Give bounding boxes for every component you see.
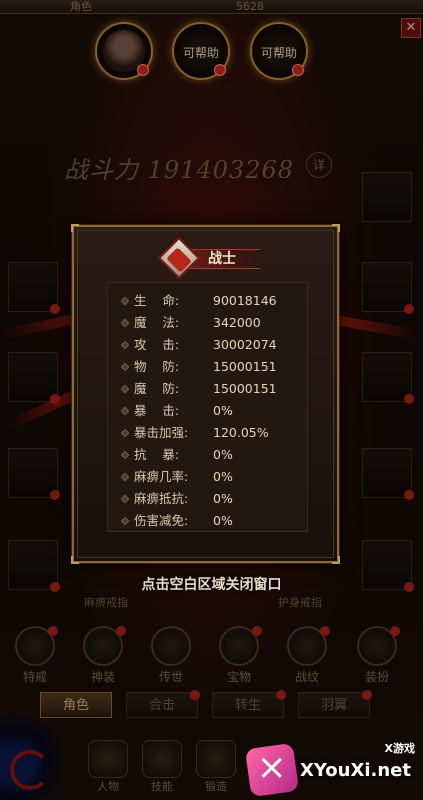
watermark-tag: X游戏 bbox=[384, 742, 415, 755]
stat-value: 30002074 bbox=[213, 337, 277, 352]
stat-label: 魔 防: bbox=[134, 381, 180, 396]
stat-label: 攻 击: bbox=[134, 337, 180, 352]
stat-row: 暴击加强: 120.05% bbox=[108, 422, 307, 444]
stat-label: 暴 击: bbox=[134, 403, 180, 418]
stats-popup: 战士 生 命: 90018146 魔 法: 342000 攻 击: 30002074 … bbox=[71, 224, 340, 564]
diamond-bullet-icon bbox=[120, 516, 130, 526]
stat-list: 生 命: 90018146 魔 法: 342000 攻 击: 30002074 物 防… bbox=[107, 282, 308, 532]
diamond-bullet-icon bbox=[120, 318, 130, 328]
class-badge: 战士 bbox=[157, 236, 260, 280]
stat-label: 麻痹几率: bbox=[134, 469, 189, 484]
stat-value: 0% bbox=[213, 447, 233, 462]
stat-label: 麻痹抵抗: bbox=[134, 491, 189, 506]
class-name: 战士 bbox=[208, 251, 236, 267]
stat-label: 物 防: bbox=[134, 359, 180, 374]
stat-value: 90018146 bbox=[213, 293, 277, 308]
stat-value: 0% bbox=[213, 403, 233, 418]
stat-row: 生 命: 90018146 bbox=[108, 290, 307, 312]
stat-value: 0% bbox=[213, 469, 233, 484]
diamond-bullet-icon bbox=[120, 472, 130, 482]
diamond-bullet-icon bbox=[120, 406, 130, 416]
stat-label: 魔 法: bbox=[134, 315, 180, 330]
stat-row: 抗 暴: 0% bbox=[108, 444, 307, 466]
stat-row: 物 防: 15000151 bbox=[108, 356, 307, 378]
frame-corner bbox=[71, 224, 79, 232]
stat-row: 麻痹抵抗: 0% bbox=[108, 488, 307, 510]
diamond-bullet-icon bbox=[120, 362, 130, 372]
stat-row: 魔 法: 342000 bbox=[108, 312, 307, 334]
diamond-bullet-icon bbox=[120, 450, 130, 460]
frame-corner bbox=[71, 556, 79, 564]
watermark: X游戏 XYouXi.net bbox=[244, 740, 423, 800]
watermark-site: XYouXi.net bbox=[300, 760, 411, 781]
stat-row: 伤害减免: 0% bbox=[108, 510, 307, 532]
gamepad-logo-icon bbox=[244, 742, 300, 798]
frame-corner bbox=[332, 556, 340, 564]
frame-corner bbox=[332, 224, 340, 232]
stat-value: 0% bbox=[213, 513, 233, 528]
stat-value: 342000 bbox=[213, 315, 261, 330]
stat-value: 15000151 bbox=[213, 359, 277, 374]
stat-value: 15000151 bbox=[213, 381, 277, 396]
stat-label: 伤害减免: bbox=[134, 513, 189, 528]
diamond-bullet-icon bbox=[120, 296, 130, 306]
stat-row: 麻痹几率: 0% bbox=[108, 466, 307, 488]
diamond-bullet-icon bbox=[120, 384, 130, 394]
stat-value: 120.05% bbox=[213, 425, 269, 440]
stat-row: 魔 防: 15000151 bbox=[108, 378, 307, 400]
stat-row: 暴 击: 0% bbox=[108, 400, 307, 422]
close-hint-text: 点击空白区域关闭窗口 bbox=[141, 577, 282, 593]
stat-row: 攻 击: 30002074 bbox=[108, 334, 307, 356]
diamond-bullet-icon bbox=[120, 494, 130, 504]
stat-label: 生 命: bbox=[134, 293, 180, 308]
diamond-bullet-icon bbox=[120, 428, 130, 438]
stat-label: 抗 暴: bbox=[134, 447, 180, 462]
stat-value: 0% bbox=[213, 491, 233, 506]
stat-label: 暴击加强: bbox=[134, 425, 189, 440]
diamond-bullet-icon bbox=[120, 340, 130, 350]
